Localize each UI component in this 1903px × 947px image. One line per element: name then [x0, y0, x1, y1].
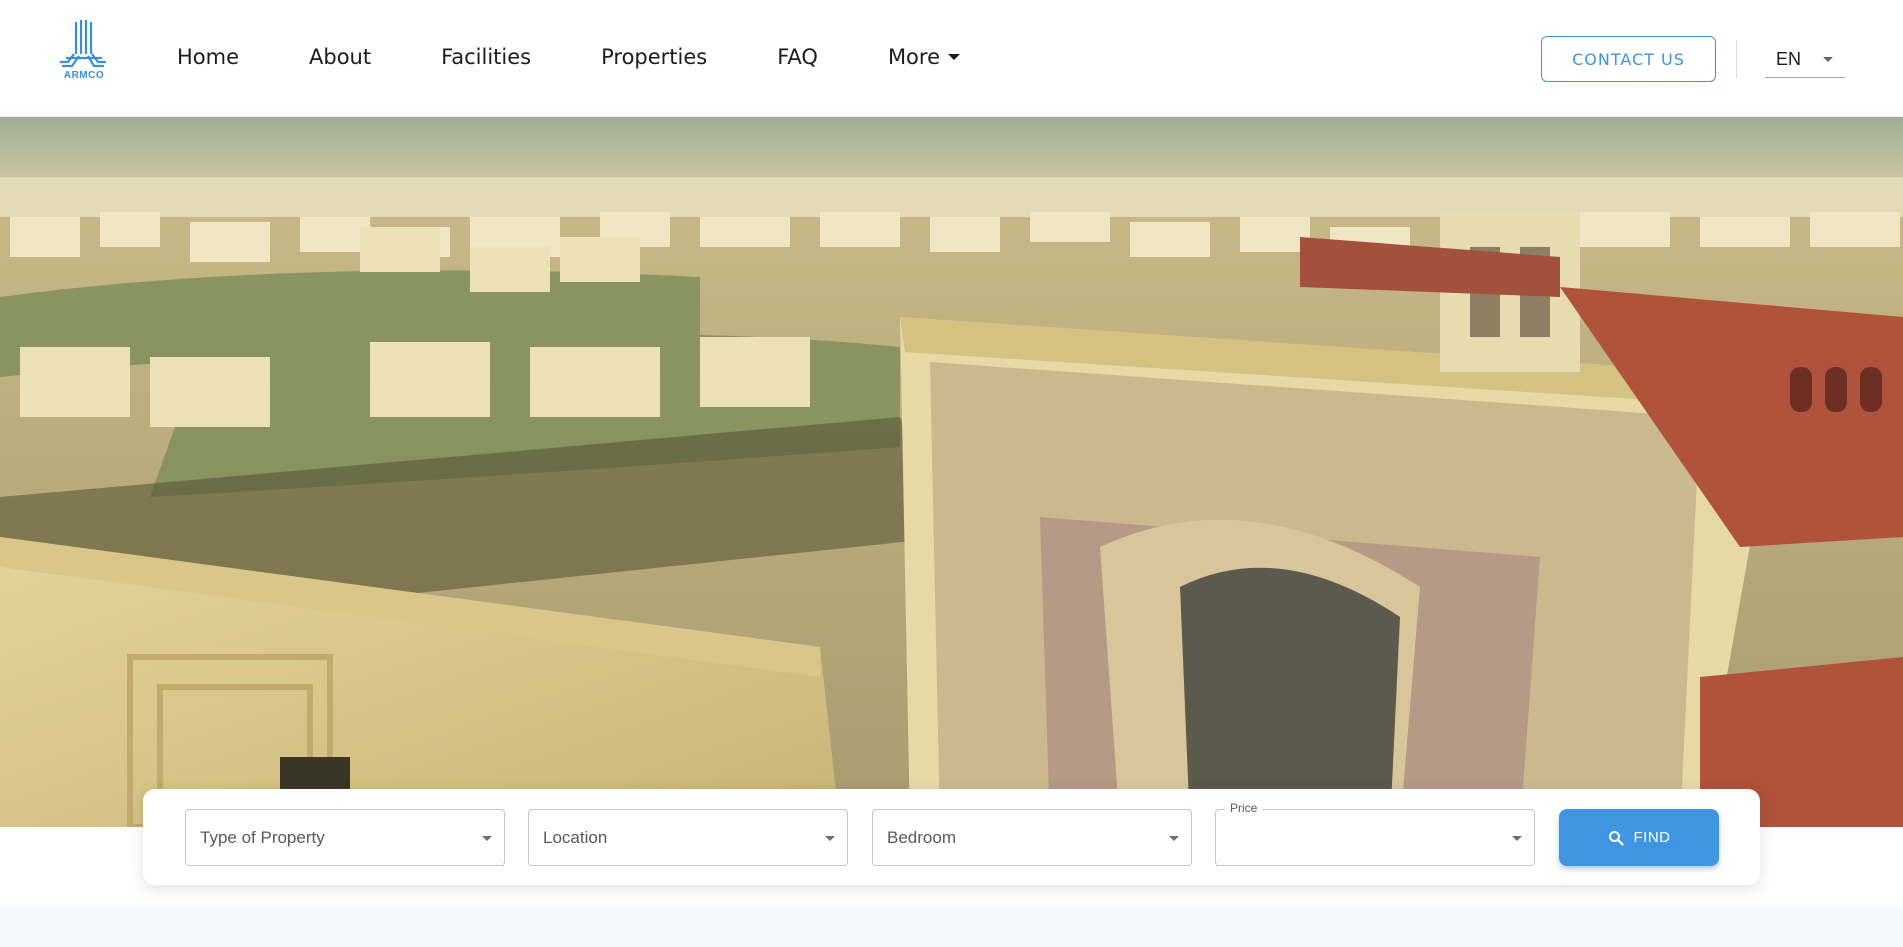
chevron-down-icon — [948, 54, 960, 60]
price-label: Price — [1225, 801, 1263, 815]
price-select[interactable]: Price — [1215, 801, 1535, 866]
location-select[interactable]: Location — [528, 809, 848, 866]
header-divider — [1736, 40, 1737, 78]
chevron-down-icon — [825, 836, 835, 841]
property-search-panel: Type of Property Location Bedroom Price … — [143, 789, 1760, 885]
bedroom-placeholder: Bedroom — [887, 827, 956, 847]
hero-photo — [0, 117, 1903, 827]
main-nav: Home About Facilities Properties FAQ Mor… — [177, 42, 1030, 72]
language-value: EN — [1776, 49, 1802, 69]
language-select[interactable]: EN — [1765, 42, 1845, 78]
search-icon — [1608, 830, 1624, 846]
hero-image — [0, 117, 1903, 827]
armco-logo[interactable]: ARMCO — [54, 18, 114, 84]
chevron-down-icon — [1512, 836, 1522, 841]
logo-wordmark: ARMCO — [63, 70, 105, 81]
nav-home[interactable]: Home — [177, 45, 239, 69]
contact-us-button[interactable]: CONTACT US — [1541, 36, 1716, 82]
nav-properties[interactable]: Properties — [601, 45, 707, 69]
chevron-down-icon — [1823, 57, 1833, 62]
logo-icon — [60, 20, 106, 68]
site-header: ARMCO Home About Facilities Properties F… — [0, 0, 1903, 117]
bedroom-select[interactable]: Bedroom — [872, 809, 1192, 866]
property-type-select[interactable]: Type of Property — [185, 809, 505, 866]
find-label: FIND — [1633, 829, 1671, 846]
chevron-down-icon — [1169, 836, 1179, 841]
nav-more-label: More — [887, 45, 940, 69]
find-button[interactable]: FIND — [1559, 809, 1719, 866]
property-type-placeholder: Type of Property — [200, 827, 325, 847]
nav-more-dropdown[interactable]: More — [888, 45, 960, 69]
location-placeholder: Location — [543, 827, 608, 847]
section-band — [0, 906, 1903, 947]
nav-about[interactable]: About — [309, 45, 371, 69]
nav-facilities[interactable]: Facilities — [441, 45, 531, 69]
nav-faq[interactable]: FAQ — [777, 45, 818, 69]
chevron-down-icon — [482, 836, 492, 841]
